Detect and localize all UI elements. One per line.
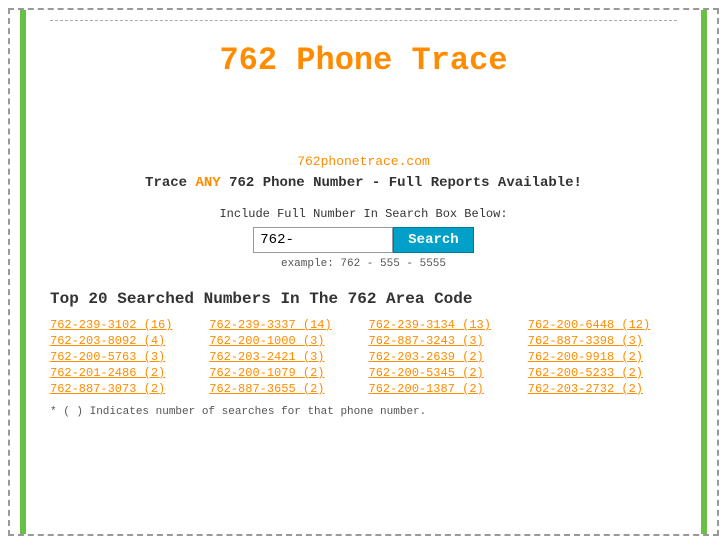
number-link[interactable]: 762-239-3134 (13) xyxy=(369,318,518,332)
number-link[interactable]: 762-203-2421 (3) xyxy=(209,350,358,364)
search-row: Search xyxy=(50,227,677,253)
numbers-grid: 762-239-3102 (16) 762-239-3337 (14) 762-23… xyxy=(50,318,677,396)
number-link[interactable]: 762-200-1387 (2) xyxy=(369,382,518,396)
number-link[interactable]: 762-200-9918 (2) xyxy=(528,350,677,364)
number-link[interactable]: 762-200-1079 (2) xyxy=(209,366,358,380)
number-link[interactable]: 762-200-5763 (3) xyxy=(50,350,199,364)
search-section: Include Full Number In Search Box Below:… xyxy=(50,207,677,270)
number-link[interactable]: 762-200-5233 (2) xyxy=(528,366,677,380)
search-example: example: 762 - 555 - 5555 xyxy=(50,258,677,270)
number-link[interactable]: 762-887-3655 (2) xyxy=(209,382,358,396)
number-link[interactable]: 762-203-2732 (2) xyxy=(528,382,677,396)
number-link[interactable]: 762-200-5345 (2) xyxy=(369,366,518,380)
outer-border: 762 Phone Trace 762phonetrace.com Trace … xyxy=(8,8,719,536)
number-link[interactable]: 762-203-8092 (4) xyxy=(50,334,199,348)
main-content: 762 Phone Trace 762phonetrace.com Trace … xyxy=(10,10,717,438)
footnote: * ( ) Indicates number of searches for t… xyxy=(50,406,677,418)
number-link[interactable]: 762-201-2486 (2) xyxy=(50,366,199,380)
number-link[interactable]: 762-200-1000 (3) xyxy=(209,334,358,348)
tagline-any: ANY xyxy=(195,175,220,191)
page-title: 762 Phone Trace xyxy=(50,22,677,94)
search-input[interactable] xyxy=(253,227,393,253)
number-link[interactable]: 762-887-3243 (3) xyxy=(369,334,518,348)
search-button[interactable]: Search xyxy=(393,227,473,253)
number-link[interactable]: 762-887-3073 (2) xyxy=(50,382,199,396)
tagline-prefix: Trace xyxy=(145,175,195,191)
top-numbers-title: Top 20 Searched Numbers In The 762 Area … xyxy=(50,290,677,308)
number-link[interactable]: 762-200-6448 (12) xyxy=(528,318,677,332)
number-link[interactable]: 762-239-3102 (16) xyxy=(50,318,199,332)
tagline-suffix: 762 Phone Number - Full Reports Availabl… xyxy=(221,175,582,191)
site-url: 762phonetrace.com xyxy=(50,154,677,169)
number-link[interactable]: 762-239-3337 (14) xyxy=(209,318,358,332)
number-link[interactable]: 762-887-3398 (3) xyxy=(528,334,677,348)
tagline: Trace ANY 762 Phone Number - Full Report… xyxy=(50,175,677,191)
search-label: Include Full Number In Search Box Below: xyxy=(50,207,677,221)
right-green-bar xyxy=(701,10,707,534)
number-link[interactable]: 762-203-2639 (2) xyxy=(369,350,518,364)
left-green-bar xyxy=(20,10,26,534)
